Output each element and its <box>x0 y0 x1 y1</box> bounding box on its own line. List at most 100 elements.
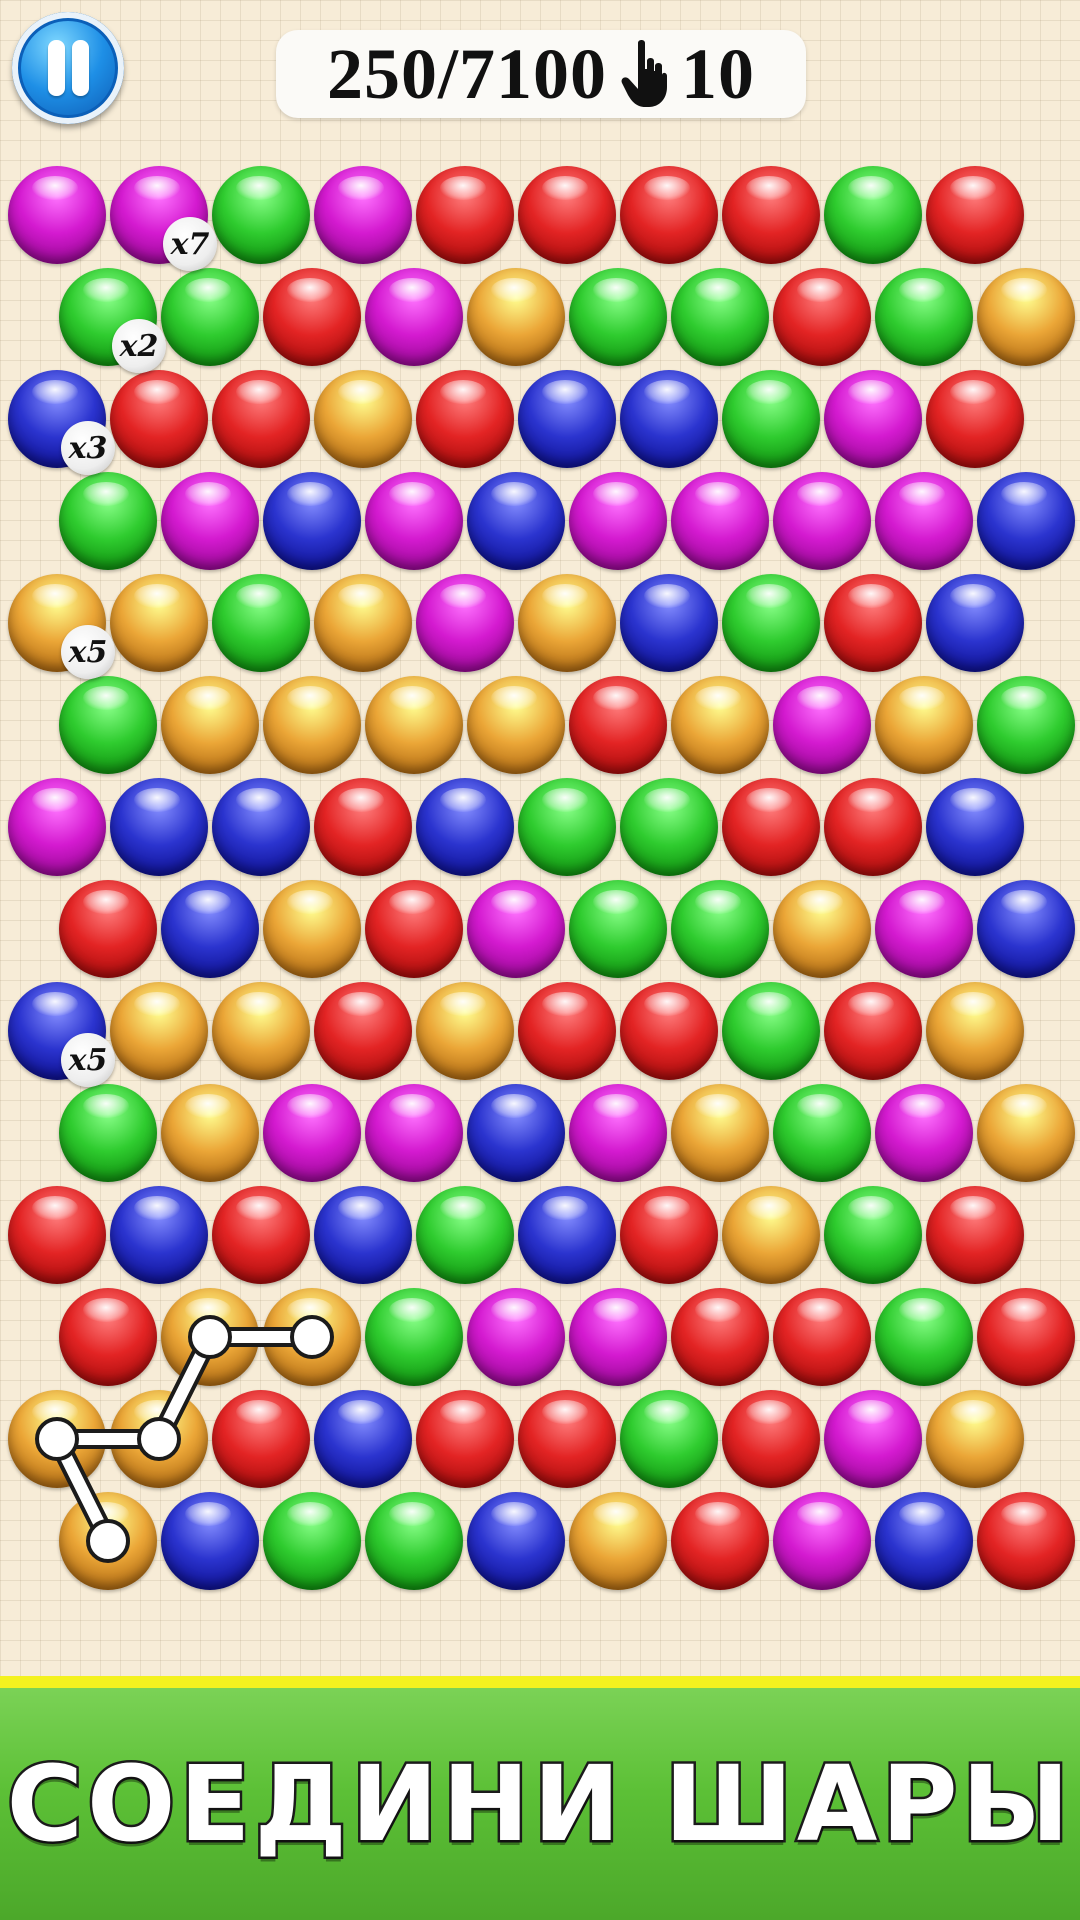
red-ball[interactable] <box>773 1288 871 1386</box>
purple-ball[interactable] <box>161 472 259 570</box>
purple-ball[interactable] <box>875 472 973 570</box>
green-ball[interactable] <box>722 370 820 468</box>
purple-ball[interactable] <box>773 1492 871 1590</box>
red-ball[interactable] <box>518 982 616 1080</box>
purple-ball[interactable] <box>365 472 463 570</box>
orange-ball[interactable] <box>314 370 412 468</box>
green-ball[interactable] <box>161 268 259 366</box>
orange-ball[interactable] <box>977 268 1075 366</box>
orange-ball[interactable] <box>569 1492 667 1590</box>
red-ball[interactable] <box>314 982 412 1080</box>
purple-ball[interactable] <box>8 778 106 876</box>
red-ball[interactable] <box>59 880 157 978</box>
green-ball[interactable] <box>59 472 157 570</box>
orange-ball[interactable] <box>977 1084 1075 1182</box>
green-ball[interactable] <box>263 1492 361 1590</box>
red-ball[interactable] <box>773 268 871 366</box>
blue-ball[interactable] <box>926 778 1024 876</box>
blue-ball[interactable] <box>518 1186 616 1284</box>
orange-ball[interactable] <box>314 574 412 672</box>
red-ball[interactable] <box>518 1390 616 1488</box>
blue-ball[interactable] <box>620 370 718 468</box>
red-ball[interactable] <box>977 1288 1075 1386</box>
orange-ball[interactable] <box>926 1390 1024 1488</box>
blue-ball[interactable] <box>977 880 1075 978</box>
blue-ball[interactable] <box>620 574 718 672</box>
red-ball[interactable] <box>824 982 922 1080</box>
green-ball[interactable] <box>620 1390 718 1488</box>
blue-ball[interactable] <box>518 370 616 468</box>
orange-ball[interactable] <box>110 574 208 672</box>
red-ball[interactable] <box>518 166 616 264</box>
red-ball[interactable] <box>671 1288 769 1386</box>
green-ball[interactable] <box>212 166 310 264</box>
green-ball[interactable] <box>875 1288 973 1386</box>
green-ball[interactable] <box>671 880 769 978</box>
blue-ball[interactable] <box>977 472 1075 570</box>
green-ball[interactable] <box>365 1288 463 1386</box>
red-ball[interactable] <box>212 370 310 468</box>
red-ball[interactable] <box>110 370 208 468</box>
red-ball[interactable] <box>416 1390 514 1488</box>
red-ball[interactable] <box>314 778 412 876</box>
orange-ball[interactable] <box>263 880 361 978</box>
purple-ball[interactable] <box>365 1084 463 1182</box>
green-ball[interactable] <box>518 778 616 876</box>
orange-ball[interactable] <box>416 982 514 1080</box>
orange-ball[interactable] <box>467 268 565 366</box>
purple-ball[interactable] <box>263 1084 361 1182</box>
red-ball[interactable] <box>977 1492 1075 1590</box>
green-ball[interactable] <box>365 1492 463 1590</box>
orange-ball[interactable] <box>926 982 1024 1080</box>
blue-ball[interactable] <box>212 778 310 876</box>
blue-ball[interactable] <box>467 472 565 570</box>
orange-ball[interactable] <box>110 1390 208 1488</box>
purple-ball[interactable] <box>773 676 871 774</box>
orange-ball[interactable] <box>773 880 871 978</box>
purple-ball[interactable] <box>569 472 667 570</box>
red-ball[interactable] <box>722 166 820 264</box>
red-ball[interactable] <box>416 166 514 264</box>
orange-ball[interactable] <box>212 982 310 1080</box>
blue-ball[interactable] <box>161 880 259 978</box>
red-ball[interactable] <box>671 1492 769 1590</box>
purple-ball[interactable] <box>671 472 769 570</box>
purple-ball[interactable] <box>824 370 922 468</box>
blue-ball[interactable] <box>926 574 1024 672</box>
purple-ball[interactable] <box>467 880 565 978</box>
green-ball[interactable] <box>671 268 769 366</box>
orange-ball[interactable] <box>161 676 259 774</box>
red-ball[interactable] <box>212 1186 310 1284</box>
orange-ball[interactable] <box>161 1084 259 1182</box>
blue-ball[interactable] <box>110 778 208 876</box>
red-ball[interactable] <box>365 880 463 978</box>
purple-ball[interactable] <box>416 574 514 672</box>
orange-ball[interactable] <box>365 676 463 774</box>
orange-ball[interactable] <box>467 676 565 774</box>
orange-ball[interactable] <box>722 1186 820 1284</box>
purple-ball[interactable] <box>569 1084 667 1182</box>
blue-ball[interactable] <box>875 1492 973 1590</box>
orange-ball[interactable] <box>263 1288 361 1386</box>
green-ball[interactable] <box>569 268 667 366</box>
blue-ball[interactable] <box>161 1492 259 1590</box>
purple-ball[interactable] <box>773 472 871 570</box>
red-ball[interactable] <box>620 166 718 264</box>
red-ball[interactable] <box>722 1390 820 1488</box>
green-ball[interactable] <box>722 982 820 1080</box>
orange-ball[interactable] <box>671 676 769 774</box>
green-ball[interactable] <box>824 1186 922 1284</box>
purple-ball[interactable] <box>569 1288 667 1386</box>
red-ball[interactable] <box>620 982 718 1080</box>
blue-ball[interactable] <box>314 1186 412 1284</box>
green-ball[interactable] <box>875 268 973 366</box>
green-ball[interactable] <box>416 1186 514 1284</box>
purple-ball[interactable] <box>8 166 106 264</box>
green-ball[interactable] <box>212 574 310 672</box>
orange-ball[interactable] <box>161 1288 259 1386</box>
red-ball[interactable] <box>926 166 1024 264</box>
red-ball[interactable] <box>824 778 922 876</box>
orange-ball[interactable] <box>518 574 616 672</box>
red-ball[interactable] <box>620 1186 718 1284</box>
red-ball[interactable] <box>416 370 514 468</box>
